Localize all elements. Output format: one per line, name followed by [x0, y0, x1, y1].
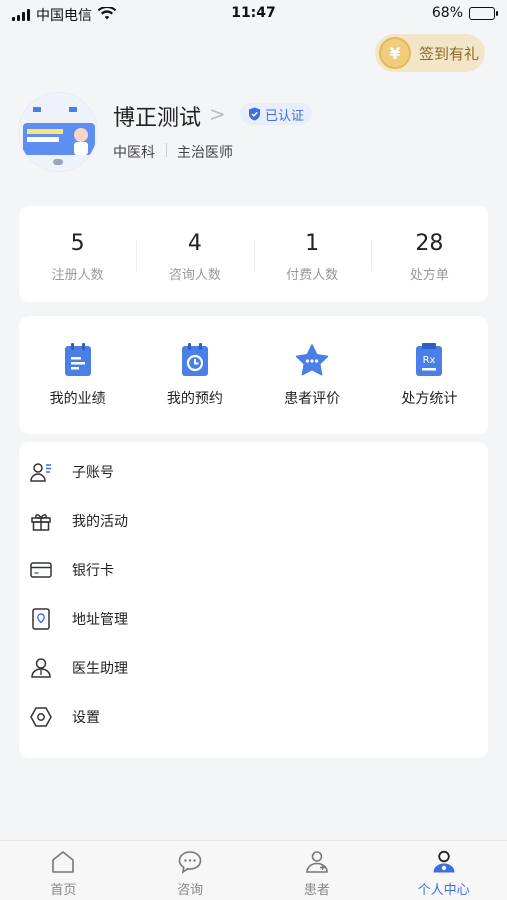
stat-label: 处方单	[409, 268, 449, 283]
tab-label: 咨询	[177, 883, 204, 898]
stat-value: 4	[187, 231, 202, 256]
menu-item-settings[interactable]: 设置	[19, 692, 488, 741]
bottom-tab-bar: 首页 咨询 患者 个人中心	[0, 840, 507, 900]
menu-item-sub-account[interactable]: 子账号	[19, 447, 488, 496]
menu-item-activities[interactable]: 我的活动	[19, 496, 488, 545]
sub-account-icon	[29, 460, 53, 484]
stat-value: 1	[305, 231, 320, 256]
battery-percent: 68%	[431, 5, 463, 21]
tab-consult[interactable]: 咨询	[127, 841, 254, 900]
assistant-icon	[29, 656, 53, 680]
stat-label: 付费人数	[286, 268, 339, 283]
quick-action-label: 患者评价	[284, 391, 341, 407]
menu-item-bank-card[interactable]: 银行卡	[19, 545, 488, 594]
quick-action-appointment[interactable]: 我的预约	[136, 316, 253, 434]
quick-action-label: 我的业绩	[49, 391, 106, 407]
status-bar: 中国电信 11:47 68%	[0, 0, 507, 28]
menu-label: 医生助理	[72, 660, 128, 677]
verified-label: 已认证	[265, 108, 305, 124]
quick-action-label: 处方统计	[401, 391, 458, 407]
performance-icon	[61, 342, 95, 378]
shield-check-icon	[249, 107, 260, 121]
home-icon	[49, 848, 77, 876]
settings-hexagon-icon	[29, 705, 53, 729]
stat-paid[interactable]: 1 付费人数	[253, 206, 371, 302]
doctor-banner-avatar-icon	[19, 93, 97, 171]
stats-card: 5 注册人数 4 咨询人数 1 付费人数 28 处方单	[19, 206, 488, 302]
prescription-rx-icon: Rx	[412, 342, 446, 378]
stat-value: 28	[415, 231, 444, 256]
stat-registered[interactable]: 5 注册人数	[19, 206, 136, 302]
tab-label: 个人中心	[417, 883, 470, 898]
doctor-title-label: 主治医师	[177, 145, 233, 161]
menu-label: 设置	[72, 709, 100, 726]
gift-icon	[29, 509, 53, 533]
doctor-name[interactable]: 博正测试	[113, 100, 201, 132]
coin-icon: ¥	[379, 37, 411, 69]
quick-action-review[interactable]: 患者评价	[254, 316, 371, 434]
bank-card-icon	[29, 558, 53, 582]
profile-icon	[430, 848, 458, 876]
stat-value: 5	[70, 231, 85, 256]
rx-text: Rx	[423, 355, 436, 366]
review-star-icon	[295, 342, 329, 378]
stat-prescriptions[interactable]: 28 处方单	[370, 206, 488, 302]
patient-icon	[303, 848, 331, 876]
menu-label: 银行卡	[72, 562, 114, 579]
quick-action-label: 我的预约	[166, 391, 223, 407]
menu-item-address[interactable]: 地址管理	[19, 594, 488, 643]
menu-label: 我的活动	[72, 513, 128, 530]
stat-consult[interactable]: 4 咨询人数	[136, 206, 253, 302]
tab-label: 患者	[303, 883, 330, 898]
menu-label: 子账号	[72, 464, 114, 481]
tab-home[interactable]: 首页	[0, 841, 127, 900]
verified-badge: 已认证	[240, 103, 313, 125]
signin-reward-button[interactable]: ¥ 签到有礼	[375, 34, 485, 72]
chat-bubble-icon	[176, 848, 204, 876]
signin-label: 签到有礼	[419, 44, 480, 63]
status-right: 68%	[431, 5, 498, 21]
tab-profile[interactable]: 个人中心	[380, 841, 507, 900]
menu-label: 地址管理	[72, 611, 128, 628]
chevron-right-icon[interactable]: >	[209, 102, 226, 126]
tab-patients[interactable]: 患者	[254, 841, 381, 900]
appointment-icon	[178, 342, 212, 378]
department-label: 中医科	[113, 145, 155, 161]
stat-label: 咨询人数	[168, 268, 221, 283]
quick-action-prescription[interactable]: Rx 处方统计	[371, 316, 488, 434]
divider	[166, 143, 167, 157]
address-book-icon	[29, 607, 53, 631]
quick-actions-card: 我的业绩 我的预约 患者评价 Rx 处方统计	[19, 316, 488, 434]
menu-list: 子账号 我的活动 银行卡 地址管理 医生助理 设置	[19, 442, 488, 758]
quick-action-performance[interactable]: 我的业绩	[19, 316, 136, 434]
avatar[interactable]	[18, 92, 98, 172]
menu-item-assistant[interactable]: 医生助理	[19, 643, 488, 692]
battery-icon	[469, 6, 498, 20]
tab-label: 首页	[50, 883, 77, 898]
stat-label: 注册人数	[51, 268, 104, 283]
